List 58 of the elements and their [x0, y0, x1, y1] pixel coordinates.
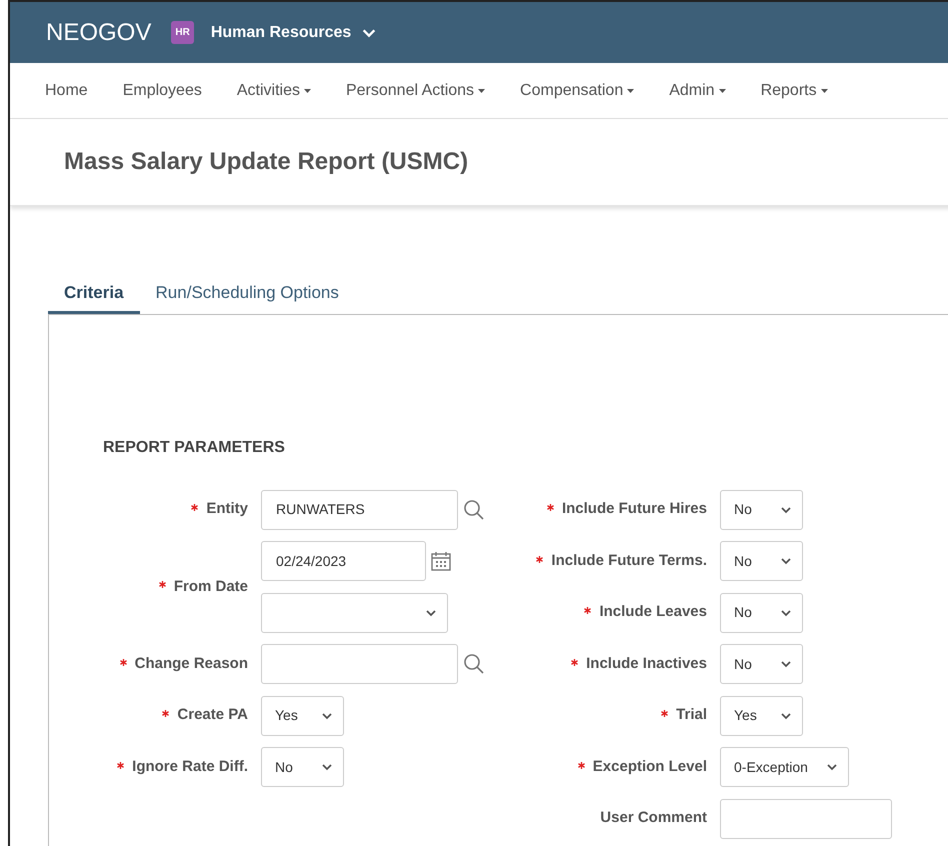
nav-item[interactable]: Home	[45, 78, 88, 102]
field-label: User Comment	[600, 808, 707, 828]
nav-item[interactable]: Compensation	[520, 78, 634, 102]
required-icon	[571, 658, 578, 666]
app-badge: HR	[171, 21, 194, 44]
field-label: Include Inactives	[586, 654, 707, 674]
field-label: Exception Level	[592, 756, 707, 777]
caret-icon	[478, 88, 486, 92]
field-label: Ignore Rate Diff.	[132, 756, 248, 777]
search-icon[interactable]	[463, 653, 485, 675]
required-icon	[546, 504, 554, 511]
select-field[interactable]: No	[720, 490, 803, 530]
field-label: Include Future Terms.	[551, 550, 707, 571]
page-title: Mass Salary Update Report (USMC)	[64, 147, 468, 177]
select-field[interactable]: Yes	[720, 696, 803, 736]
nav-item[interactable]: Activities	[236, 78, 311, 102]
field-label: Create PA	[177, 705, 248, 726]
select-field[interactable]: No	[261, 747, 344, 787]
tab[interactable]: Criteria	[48, 280, 140, 314]
logo[interactable]: NEOGOV	[46, 14, 152, 50]
required-icon	[661, 710, 668, 717]
select-field[interactable]	[261, 592, 448, 632]
required-icon	[117, 762, 124, 768]
input-field[interactable]	[261, 644, 458, 684]
calendar-icon[interactable]	[430, 550, 452, 572]
app-switcher[interactable]: Human Resources	[210, 20, 378, 44]
field-label: Include Future Hires	[562, 499, 707, 520]
select-field[interactable]: No	[720, 541, 803, 581]
nav-item[interactable]: Employees	[122, 78, 202, 102]
nav-item[interactable]: Reports	[760, 78, 828, 102]
field-label: Trial	[676, 705, 707, 726]
input-field[interactable]: RUNWATERS	[261, 490, 458, 530]
input-field[interactable]	[720, 798, 892, 838]
nav-item[interactable]: Admin	[669, 78, 726, 102]
caret-icon	[718, 88, 726, 92]
caret-icon	[627, 88, 634, 92]
caret-icon	[304, 88, 311, 92]
required-icon	[158, 581, 166, 588]
required-icon	[191, 504, 198, 511]
nav-item[interactable]: Personnel Actions	[346, 78, 486, 102]
field-label: From Date	[174, 576, 248, 596]
select-field[interactable]: 0-Exception	[720, 747, 849, 787]
field-label: Change Reason	[134, 654, 248, 674]
required-icon	[162, 710, 170, 717]
required-icon	[578, 762, 585, 768]
select-field[interactable]: No	[720, 644, 803, 684]
input-field[interactable]: 02/24/2023	[261, 541, 426, 581]
tab[interactable]: Run/Scheduling Options	[140, 280, 355, 314]
caret-icon	[820, 88, 828, 92]
select-field[interactable]: Yes	[261, 696, 344, 736]
required-icon	[536, 556, 544, 562]
required-icon	[120, 658, 127, 666]
select-field[interactable]: No	[720, 592, 803, 632]
section-title: REPORT PARAMETERS	[103, 438, 286, 458]
field-label: Entity	[206, 499, 248, 520]
search-icon[interactable]	[463, 498, 485, 520]
field-label: Include Leaves	[599, 602, 707, 622]
required-icon	[584, 607, 592, 614]
